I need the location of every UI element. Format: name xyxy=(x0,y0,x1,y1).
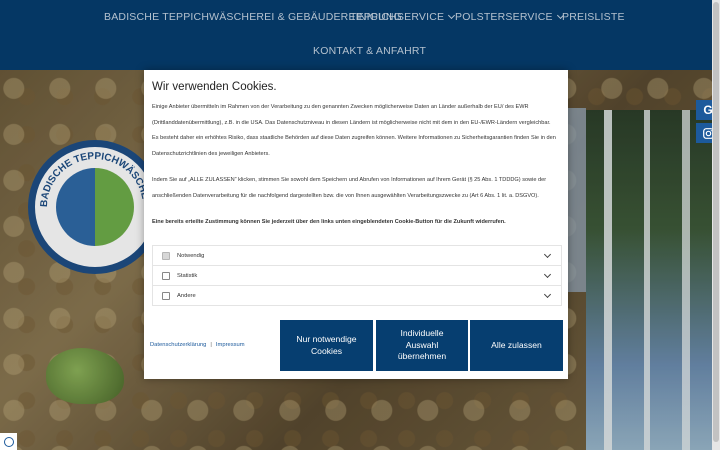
dialog-text-data-transfer: Einige Anbieter übermitteln im Rahmen vo… xyxy=(152,104,556,157)
cookie-consent-dialog: Wir verwenden Cookies. Einige Anbieter ü… xyxy=(144,70,568,379)
fingerprint-icon xyxy=(3,436,14,447)
category-label: Statistik xyxy=(177,272,198,279)
category-label: Andere xyxy=(177,292,196,299)
necessary-cookies-label: Nur notwendige Cookies xyxy=(296,334,357,356)
chevron-down-icon[interactable] xyxy=(543,250,552,259)
page-scrollbar[interactable] xyxy=(712,0,720,450)
cookie-category-statistik[interactable]: Statistik xyxy=(153,266,561,286)
accept-all-button[interactable]: Alle zulassen xyxy=(470,320,563,371)
imprint-link[interactable]: Impressum xyxy=(216,342,245,348)
link-separator: | xyxy=(210,342,212,348)
chevron-down-icon[interactable] xyxy=(543,290,552,299)
accept-all-label: Alle zulassen xyxy=(491,339,542,350)
category-label: Notwendig xyxy=(177,252,205,259)
scrollbar-thumb[interactable] xyxy=(713,2,719,442)
statistik-checkbox[interactable] xyxy=(162,271,170,280)
dialog-text-revoke: Eine bereits erteilte Zustimmung können … xyxy=(152,219,506,225)
cookie-category-andere[interactable]: Andere xyxy=(153,286,561,305)
notwendig-checkbox xyxy=(162,251,170,260)
necessary-cookies-button[interactable]: Nur notwendige Cookies xyxy=(280,320,373,371)
cookie-category-notwendig[interactable]: Notwendig xyxy=(153,246,561,266)
privacy-policy-link[interactable]: Datenschutzerklärung xyxy=(150,342,206,348)
individual-selection-button[interactable]: Individuelle Auswahl übernehmen xyxy=(376,320,468,371)
dialog-text-consent: Indem Sie auf „ALLE ZULASSEN“ klicken, s… xyxy=(152,177,547,199)
andere-checkbox[interactable] xyxy=(162,291,170,300)
dialog-title: Wir verwenden Cookies. xyxy=(152,81,277,93)
cookie-settings-button[interactable] xyxy=(0,433,17,450)
cookie-category-list: Notwendig Statistik Andere xyxy=(152,245,562,306)
chevron-down-icon[interactable] xyxy=(543,270,552,279)
dialog-links: Datenschutzerklärung | Impressum xyxy=(150,342,245,348)
individual-selection-label: Individuelle Auswahl übernehmen xyxy=(397,328,447,362)
